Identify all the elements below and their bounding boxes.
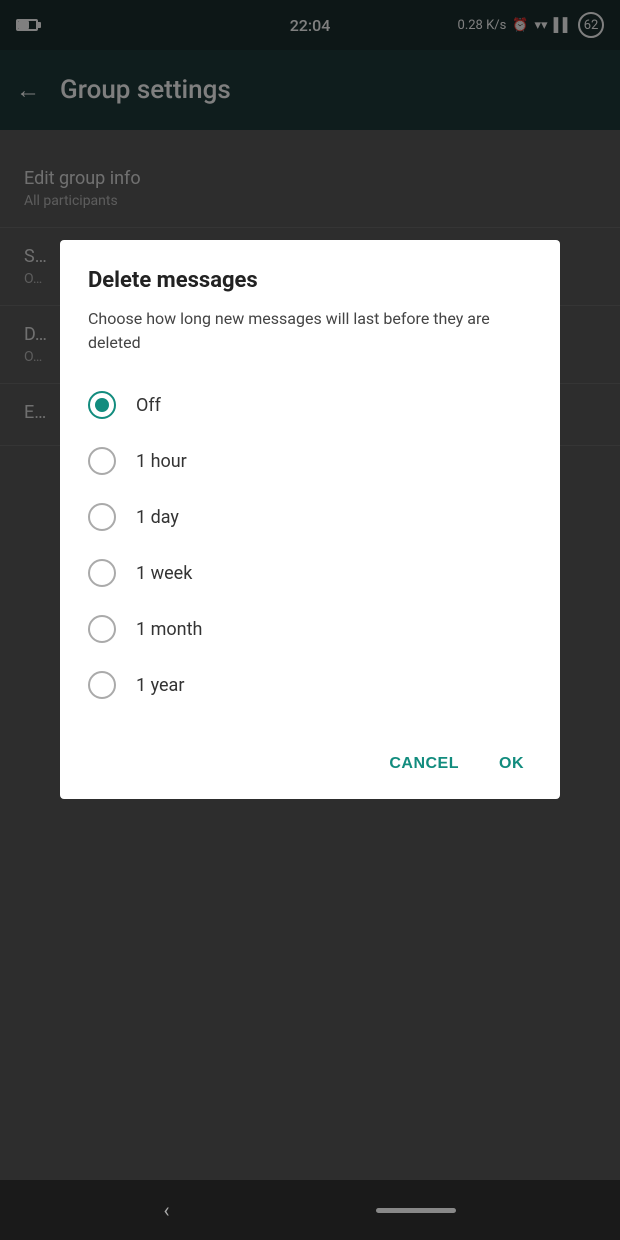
radio-label-1month: 1 month <box>136 619 202 640</box>
radio-item-1month[interactable]: 1 month <box>88 601 532 657</box>
radio-circle-1hour <box>88 447 116 475</box>
radio-circle-off <box>88 391 116 419</box>
home-pill[interactable] <box>376 1208 456 1213</box>
delete-messages-dialog: Delete messages Choose how long new mess… <box>60 240 560 799</box>
radio-label-1week: 1 week <box>136 563 192 584</box>
cancel-button[interactable]: CANCEL <box>381 745 467 783</box>
radio-item-1week[interactable]: 1 week <box>88 545 532 601</box>
radio-item-1year[interactable]: 1 year <box>88 657 532 713</box>
radio-item-1day[interactable]: 1 day <box>88 489 532 545</box>
radio-circle-1day <box>88 503 116 531</box>
radio-label-1day: 1 day <box>136 507 179 528</box>
bottom-nav-bar: ‹ <box>0 1180 620 1240</box>
dialog-title: Delete messages <box>88 268 532 293</box>
radio-label-off: Off <box>136 395 161 416</box>
system-back-button[interactable]: ‹ <box>163 1198 169 1222</box>
dialog-actions: CANCEL OK <box>88 737 532 783</box>
radio-item-off[interactable]: Off <box>88 377 532 433</box>
radio-item-1hour[interactable]: 1 hour <box>88 433 532 489</box>
ok-button[interactable]: OK <box>491 745 532 783</box>
radio-label-1year: 1 year <box>136 675 184 696</box>
radio-circle-1month <box>88 615 116 643</box>
radio-circle-1year <box>88 671 116 699</box>
radio-circle-1week <box>88 559 116 587</box>
dialog-description: Choose how long new messages will last b… <box>88 307 532 355</box>
radio-group: Off 1 hour 1 day 1 week 1 month 1 year <box>88 377 532 713</box>
radio-label-1hour: 1 hour <box>136 451 187 472</box>
